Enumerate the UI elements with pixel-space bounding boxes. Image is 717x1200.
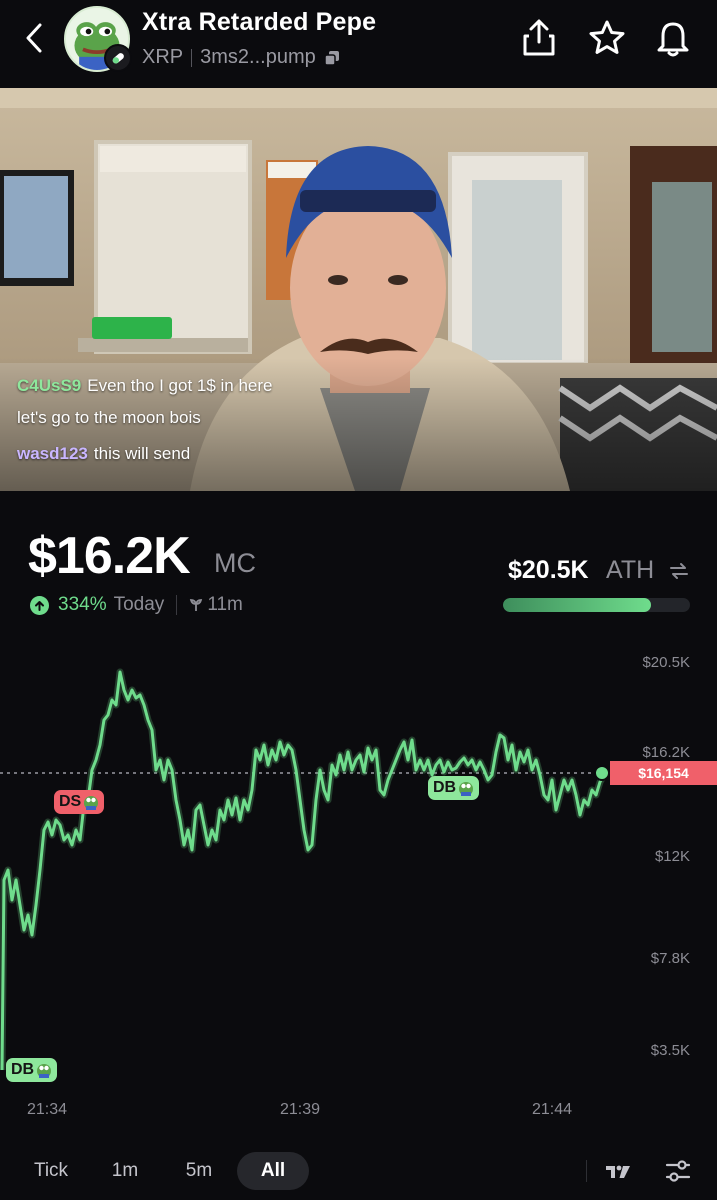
- marker-label: DB: [11, 1061, 35, 1078]
- live-stream-video[interactable]: C4UsS9 Even tho I got 1$ in here let's go…: [0, 88, 717, 491]
- share-icon[interactable]: [519, 18, 559, 58]
- chat-text: this will send: [93, 444, 191, 463]
- bell-icon[interactable]: [653, 18, 693, 58]
- contract-address[interactable]: 3ms2...pump: [200, 46, 316, 69]
- chat-username: wasd123: [17, 444, 88, 463]
- timeframe-tick[interactable]: Tick: [20, 1152, 82, 1190]
- price-line-glow: [0, 668, 608, 1071]
- divider: [586, 1160, 587, 1182]
- stream-frame: [0, 88, 717, 491]
- token-subline: XRP 3ms2...pump: [142, 46, 340, 69]
- y-axis-label: $12K: [654, 848, 690, 865]
- arrow-up-icon: [30, 595, 49, 615]
- chat-message: C4UsS9 Even tho I got 1$ in here: [17, 376, 273, 396]
- token-name: Xtra Retarded Pepe: [142, 8, 377, 36]
- y-axis-label: $16.2K: [642, 744, 690, 761]
- swap-icon[interactable]: [668, 560, 690, 582]
- sprout-icon: [190, 599, 203, 611]
- change-percent: 334%: [58, 594, 107, 615]
- divider: [176, 595, 178, 615]
- copy-icon[interactable]: [323, 50, 340, 66]
- pepe-icon: [84, 796, 99, 810]
- back-arrow-icon[interactable]: [18, 20, 50, 56]
- trade-marker-db[interactable]: DB: [428, 776, 480, 800]
- pepe-icon: [37, 1064, 52, 1078]
- current-price-dot: [594, 765, 610, 781]
- ath-progress-bar: [503, 598, 690, 612]
- ath-progress-fill: [503, 598, 651, 612]
- pepe-icon: [459, 782, 474, 796]
- star-icon[interactable]: [587, 18, 627, 58]
- y-axis-label: $3.5K: [650, 1042, 690, 1059]
- price-chart[interactable]: [0, 640, 717, 1130]
- change-period: Today: [113, 594, 165, 615]
- change-row: 334% Today 11m: [30, 594, 243, 616]
- marker-label: DS: [59, 793, 82, 810]
- divider: [191, 48, 193, 67]
- token-header: Xtra Retarded Pepe XRP 3ms2...pump: [0, 0, 717, 88]
- chat-message: wasd123 this will send: [17, 444, 190, 464]
- x-axis-label: 21:44: [532, 1101, 573, 1118]
- marker-label: DB: [433, 779, 457, 796]
- current-price-tag: $16,154: [610, 761, 717, 785]
- token-age: 11m: [189, 594, 243, 616]
- price-line: [0, 670, 606, 1071]
- ath-label: ATH: [606, 556, 655, 584]
- x-axis-label: 21:34: [27, 1101, 68, 1118]
- token-age-value: 11m: [207, 594, 243, 615]
- tradingview-icon[interactable]: [604, 1158, 632, 1184]
- timeframe-5m[interactable]: 5m: [170, 1152, 228, 1190]
- chat-text: let's go to the moon bois: [17, 408, 201, 427]
- y-axis-label: $7.8K: [650, 950, 690, 967]
- chat-text: Even tho I got 1$ in here: [87, 376, 273, 395]
- timeframe-1m[interactable]: 1m: [96, 1152, 154, 1190]
- x-axis-label: 21:39: [280, 1101, 321, 1118]
- chat-message: let's go to the moon bois: [17, 408, 201, 428]
- chart-settings-icon[interactable]: [664, 1158, 692, 1184]
- pill-badge-icon: [104, 44, 132, 72]
- chat-username: C4UsS9: [17, 376, 82, 395]
- ath-value: $20.5K: [508, 556, 589, 584]
- chain-label: XRP: [142, 46, 184, 68]
- timeframe-all[interactable]: All: [237, 1152, 309, 1190]
- trade-marker-db[interactable]: DB: [6, 1058, 58, 1082]
- trade-marker-ds[interactable]: DS: [54, 790, 105, 814]
- market-cap-label: MC: [214, 548, 256, 578]
- y-axis-label: $20.5K: [642, 654, 690, 671]
- market-cap-value: $16.2K: [28, 527, 191, 585]
